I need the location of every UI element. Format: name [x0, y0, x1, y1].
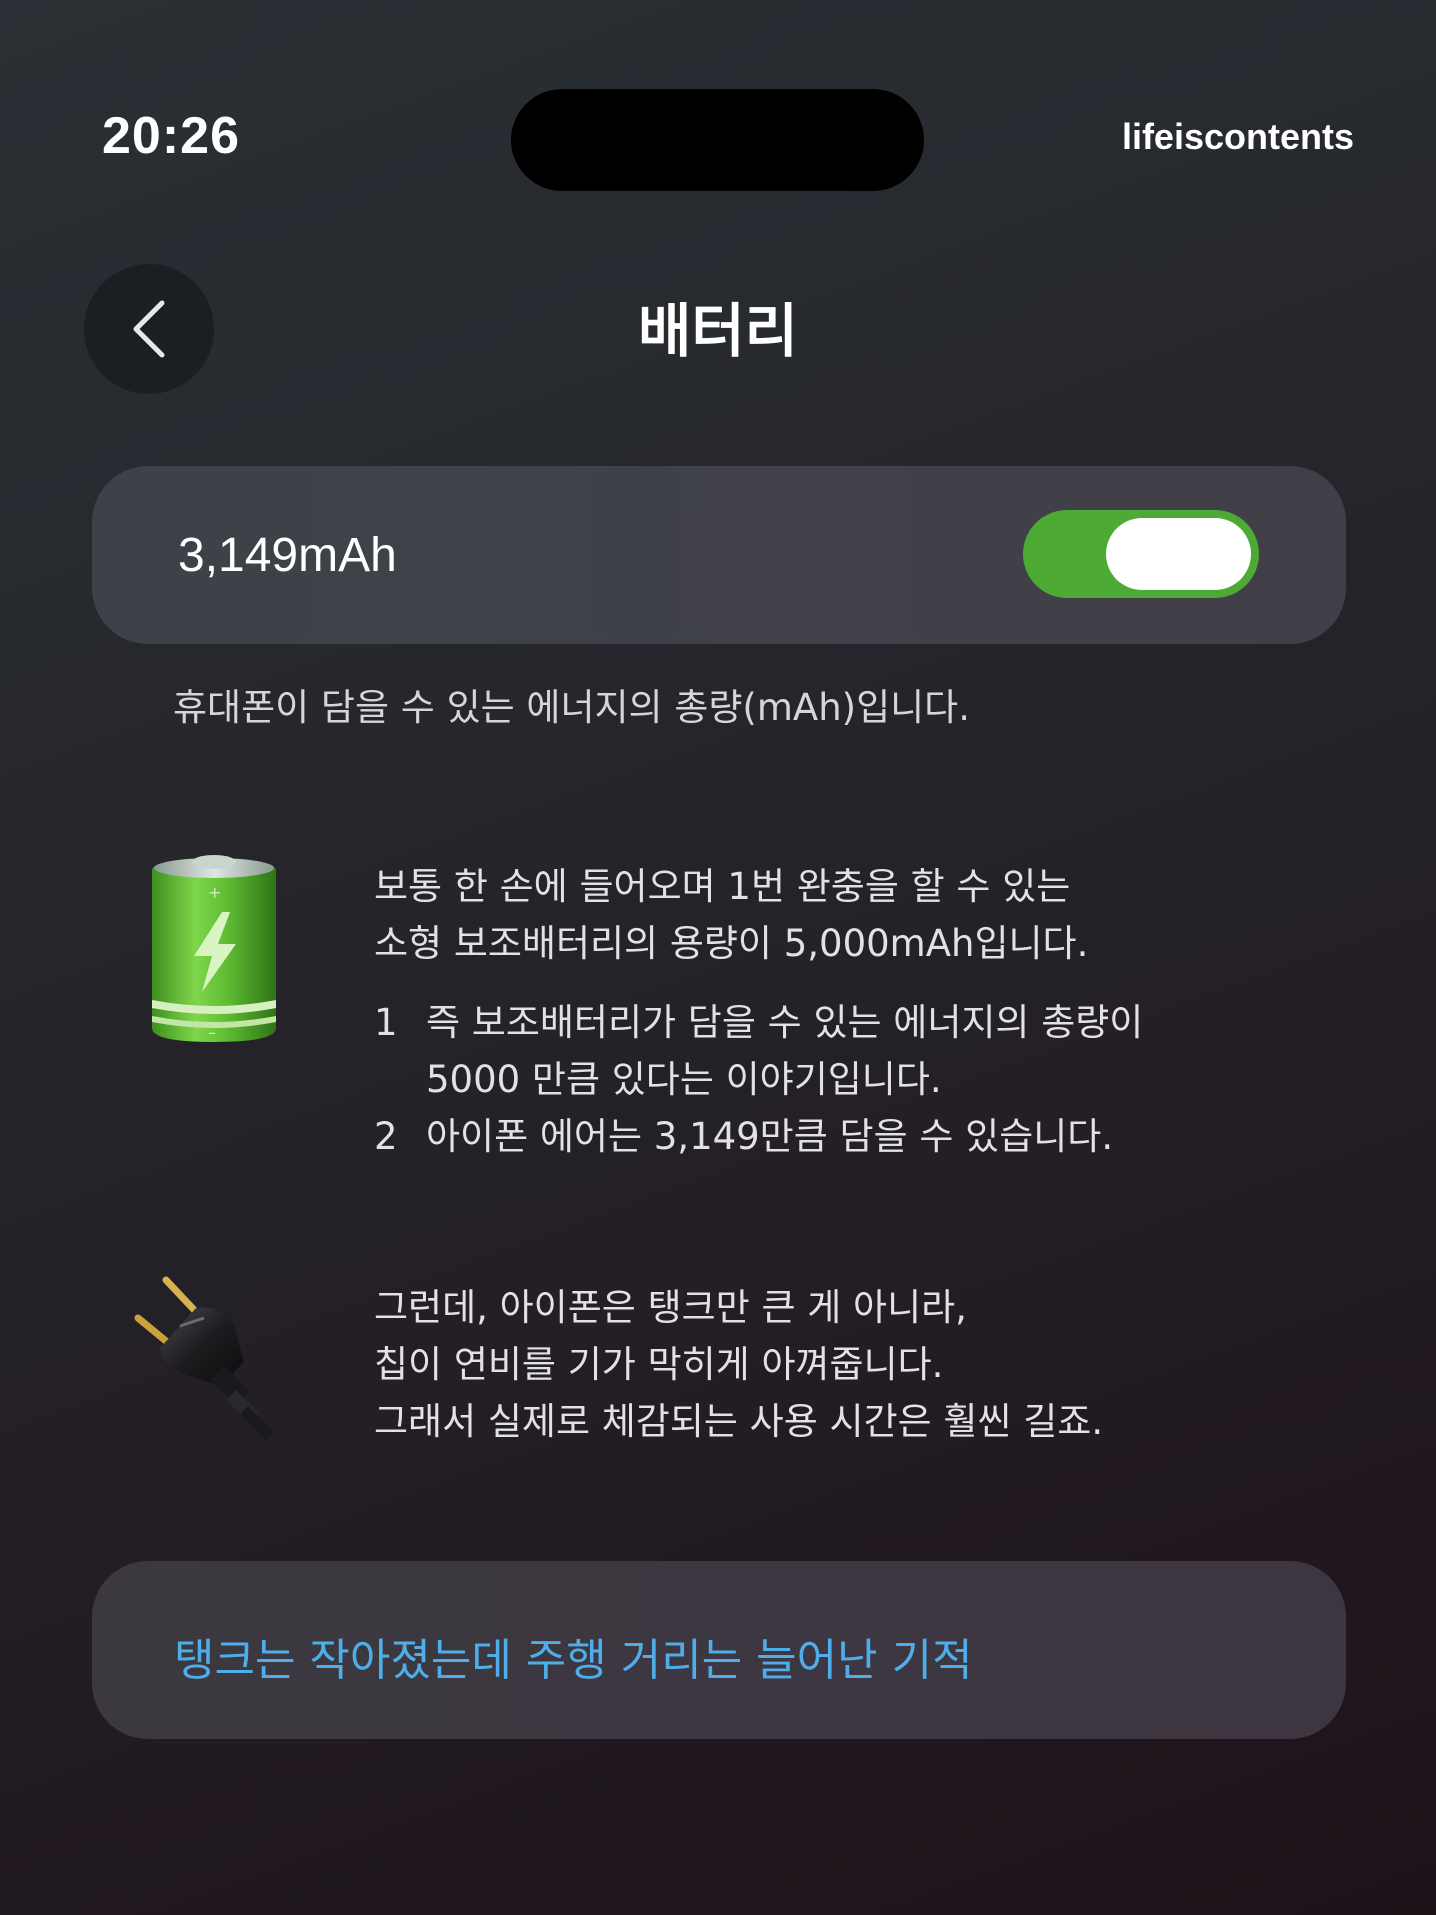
- capacity-card: 3,149mAh: [92, 466, 1346, 644]
- capacity-value: 3,149mAh: [178, 529, 397, 582]
- toggle-knob: [1106, 518, 1251, 590]
- battery-info-line: 보통 한 손에 들어오며 1번 완충을 할 수 있는: [374, 865, 1071, 908]
- battery-info-line: 소형 보조배터리의 용량이 5,000mAh입니다.: [374, 922, 1089, 965]
- list-text: 즉 보조배터리가 담을 수 있는 에너지의 총량이: [426, 1001, 1144, 1044]
- page-title: 배터리: [637, 297, 799, 365]
- list-item: 2 아이폰 에어는 3,149만큼 담을 수 있습니다.: [374, 1108, 1143, 1165]
- status-brand: lifeiscontents: [1121, 116, 1354, 157]
- svg-text:+: +: [208, 883, 221, 902]
- capacity-toggle[interactable]: [1023, 510, 1259, 598]
- capacity-caption: 휴대폰이 담을 수 있는 에너지의 총량(mAh)입니다.: [173, 686, 970, 729]
- plug-info: 그런데, 아이폰은 탱크만 큰 게 아니라, 칩이 연비를 기가 막히게 아껴줍…: [374, 1279, 1103, 1450]
- article-link[interactable]: 탱크는 작아졌는데 주행 거리는 늘어난 기적: [174, 1624, 973, 1688]
- list-number: 2: [374, 1115, 398, 1158]
- plug-info-line: 그런데, 아이폰은 탱크만 큰 게 아니라,: [374, 1286, 967, 1329]
- plug-icon: [124, 1274, 294, 1448]
- battery-info: 보통 한 손에 들어오며 1번 완충을 할 수 있는 소형 보조배터리의 용량이…: [374, 858, 1143, 1165]
- list-text: 5000 만큼 있다는 이야기입니다.: [426, 1058, 942, 1101]
- article-link-card[interactable]: 탱크는 작아졌는데 주행 거리는 늘어난 기적: [92, 1561, 1346, 1739]
- plug-info-line: 그래서 실제로 체감되는 사용 시간은 훨씬 길죠.: [374, 1400, 1104, 1443]
- plug-info-line: 칩이 연비를 기가 막히게 아껴줍니다.: [374, 1343, 944, 1386]
- list-text: 아이폰 에어는 3,149만큼 담을 수 있습니다.: [426, 1115, 1114, 1158]
- dynamic-island: [511, 89, 924, 191]
- status-time: 20:26: [102, 107, 240, 165]
- list-item: 1 즉 보조배터리가 담을 수 있는 에너지의 총량이: [374, 994, 1143, 1051]
- battery-icon: + –: [146, 852, 282, 1052]
- svg-text:–: –: [208, 1023, 216, 1042]
- list-number: 1: [374, 1001, 398, 1044]
